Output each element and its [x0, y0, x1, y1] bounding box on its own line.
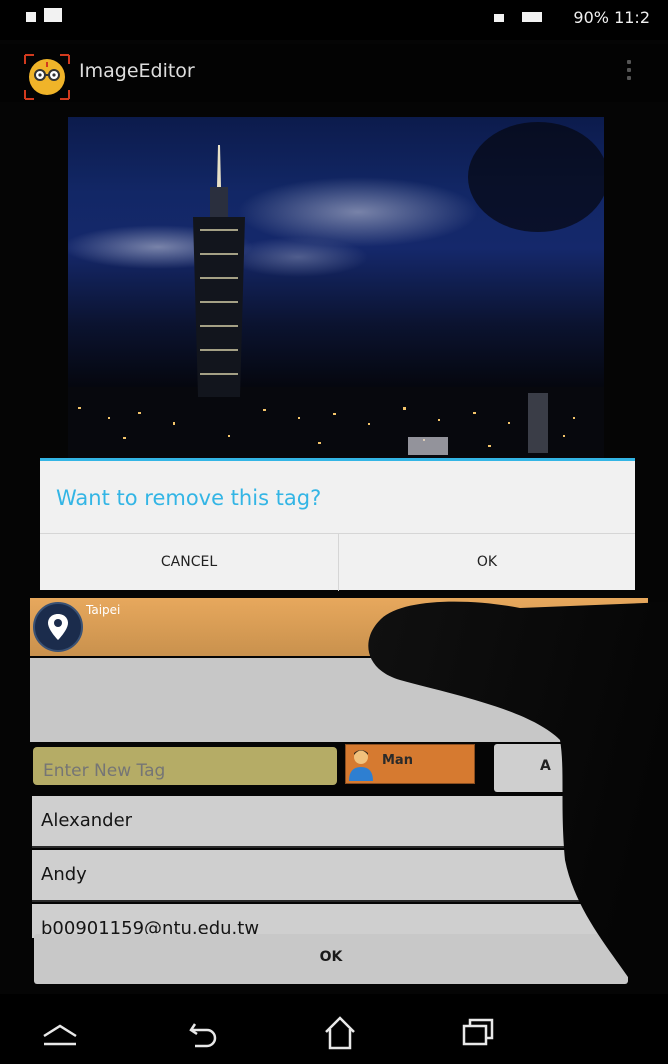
wifi-icon — [494, 14, 504, 22]
up-icon[interactable] — [30, 1004, 90, 1054]
action-bar: ImageEditor — [0, 44, 668, 102]
new-tag-input[interactable] — [33, 747, 337, 785]
status-bar: 90% 11:2 — [0, 0, 668, 40]
mail-icon — [44, 8, 62, 22]
photo-image — [68, 122, 604, 462]
home-icon[interactable] — [310, 1004, 370, 1054]
remove-tag-dialog: Want to remove this tag? CANCEL OK — [40, 458, 635, 591]
finger-shadow — [368, 601, 668, 980]
back-icon[interactable] — [173, 1004, 233, 1054]
location-label: Taipei — [86, 603, 121, 617]
app-logo-icon[interactable] — [24, 54, 70, 100]
tag-list-item-label: Andy — [41, 864, 87, 885]
dialog-cancel-label: CANCEL — [160, 554, 218, 570]
dialog-button-bar: CANCEL OK — [40, 533, 635, 591]
notification-icon — [26, 12, 36, 22]
overflow-menu-icon[interactable] — [626, 60, 632, 82]
dialog-ok-button[interactable]: OK — [339, 534, 635, 591]
app-title: ImageEditor — [79, 60, 195, 82]
recent-apps-icon[interactable] — [448, 1004, 508, 1054]
navigation-bar — [0, 994, 668, 1064]
photo-preview — [68, 117, 604, 462]
tag-list-item-label: Alexander — [41, 810, 133, 831]
dialog-title: Want to remove this tag? — [56, 486, 322, 510]
status-text: 90% 11:2 — [573, 8, 650, 27]
signal-icon — [522, 12, 542, 22]
dialog-cancel-button[interactable]: CANCEL — [40, 534, 339, 591]
location-pin-icon — [33, 602, 83, 652]
dialog-ok-label: OK — [476, 554, 498, 570]
